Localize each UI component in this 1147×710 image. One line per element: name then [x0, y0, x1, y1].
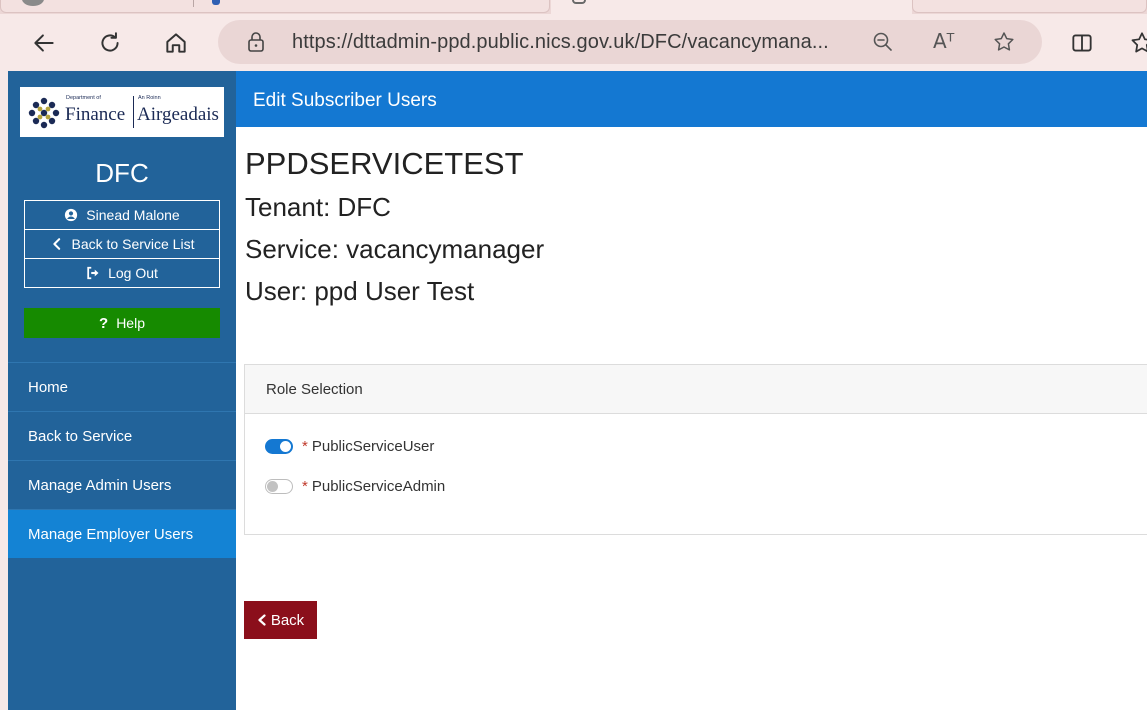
chevron-left-icon — [258, 614, 266, 626]
user-profile-link[interactable]: Sinead Malone — [24, 200, 220, 230]
required-marker: * — [302, 438, 308, 455]
app-window: Department of Finance An Roinn Airgeadai… — [8, 71, 1147, 710]
required-marker: * — [302, 478, 308, 495]
sidebar-item-home[interactable]: Home — [8, 362, 236, 411]
logo-mark-icon — [28, 97, 60, 129]
address-url[interactable]: https://dttadmin-ppd.public.nics.gov.uk/… — [292, 31, 829, 54]
sidebar: Department of Finance An Roinn Airgeadai… — [8, 71, 236, 710]
department-name: DFC — [95, 158, 149, 188]
sidebar-menu: Home Back to Service Manage Admin Users … — [8, 362, 236, 558]
tab-loading-icon — [572, 0, 586, 4]
help-button[interactable]: ? Help — [24, 308, 220, 338]
logo-text-airgeadais: Airgeadais — [137, 104, 219, 125]
role-row-public-service-admin: * PublicServiceAdmin — [265, 478, 445, 495]
role-label: PublicServiceAdmin — [311, 478, 446, 495]
user-profile-label: Sinead Malone — [86, 207, 180, 223]
logo-small-text-right: An Roinn — [138, 95, 161, 101]
sidebar-item-manage-employer-users[interactable]: Manage Employer Users — [8, 509, 236, 558]
page-header: Edit Subscriber Users — [236, 71, 1147, 127]
lock-icon[interactable] — [244, 30, 268, 54]
browser-toolbar: https://dttadmin-ppd.public.nics.gov.uk/… — [0, 14, 1147, 71]
tenant-info: Tenant: DFC — [245, 192, 391, 222]
refresh-icon[interactable] — [92, 25, 128, 61]
sidebar-item-back-to-service[interactable]: Back to Service — [8, 411, 236, 460]
help-label: Help — [116, 315, 145, 331]
log-out-link[interactable]: Log Out — [24, 258, 220, 288]
sidebar-item-label: Manage Employer Users — [28, 525, 194, 543]
browser-tab-strip — [0, 0, 1147, 14]
sign-out-icon — [87, 266, 99, 280]
favorite-star-icon[interactable] — [992, 30, 1016, 54]
address-bar[interactable]: https://dttadmin-ppd.public.nics.gov.uk/… — [218, 20, 1042, 64]
sidebar-item-manage-admin-users[interactable]: Manage Admin Users — [8, 460, 236, 509]
user-circle-icon — [65, 208, 78, 222]
favorites-icon[interactable] — [1124, 25, 1147, 61]
browser-tab[interactable] — [912, 0, 1147, 13]
browser-tab-active[interactable] — [551, 0, 912, 14]
back-button[interactable]: Back — [244, 601, 317, 639]
home-icon[interactable] — [158, 25, 194, 61]
read-aloud-icon[interactable]: Aᵀ — [933, 29, 954, 53]
role-selection-header: Role Selection — [245, 365, 1147, 414]
browser-tab[interactable] — [0, 0, 550, 13]
sidebar-item-label: Home — [28, 378, 69, 396]
role-selection-card: Role Selection * PublicServiceUser * Pub… — [244, 364, 1147, 535]
sidebar-item-label: Manage Admin Users — [28, 476, 172, 494]
logo-divider — [133, 96, 134, 128]
zoom-out-icon[interactable] — [871, 30, 895, 54]
log-out-label: Log Out — [108, 265, 158, 281]
role-label: PublicServiceUser — [311, 438, 435, 455]
tab-favicon-icon — [212, 0, 220, 5]
back-button-label: Back — [270, 611, 305, 629]
service-info: Service: vacancymanager — [245, 234, 545, 264]
user-info: User: ppd User Test — [245, 276, 475, 306]
user-links: Sinead Malone Back to Service List Log O… — [24, 200, 220, 288]
logo-text-finance: Finance — [65, 104, 126, 125]
back-to-service-list-link[interactable]: Back to Service List — [24, 229, 220, 259]
logo-small-text-left: Department of — [66, 95, 101, 101]
main-content: Edit Subscriber Users PPDSERVICETEST Ten… — [236, 71, 1147, 710]
split-screen-icon[interactable] — [1064, 25, 1100, 61]
tab-separator — [193, 0, 194, 7]
dof-logo: Department of Finance An Roinn Airgeadai… — [20, 87, 224, 137]
service-title: PPDSERVICETEST — [245, 146, 524, 181]
chevron-left-icon — [52, 238, 60, 250]
role-row-public-service-user: * PublicServiceUser — [265, 438, 434, 455]
question-mark-icon: ? — [99, 314, 109, 332]
page-title: Edit Subscriber Users — [253, 90, 437, 111]
public-service-admin-toggle[interactable] — [265, 479, 293, 494]
public-service-user-toggle[interactable] — [265, 439, 293, 454]
back-arrow-icon[interactable] — [26, 25, 62, 61]
back-to-service-list-label: Back to Service List — [71, 236, 195, 252]
sidebar-item-label: Back to Service — [28, 427, 133, 445]
